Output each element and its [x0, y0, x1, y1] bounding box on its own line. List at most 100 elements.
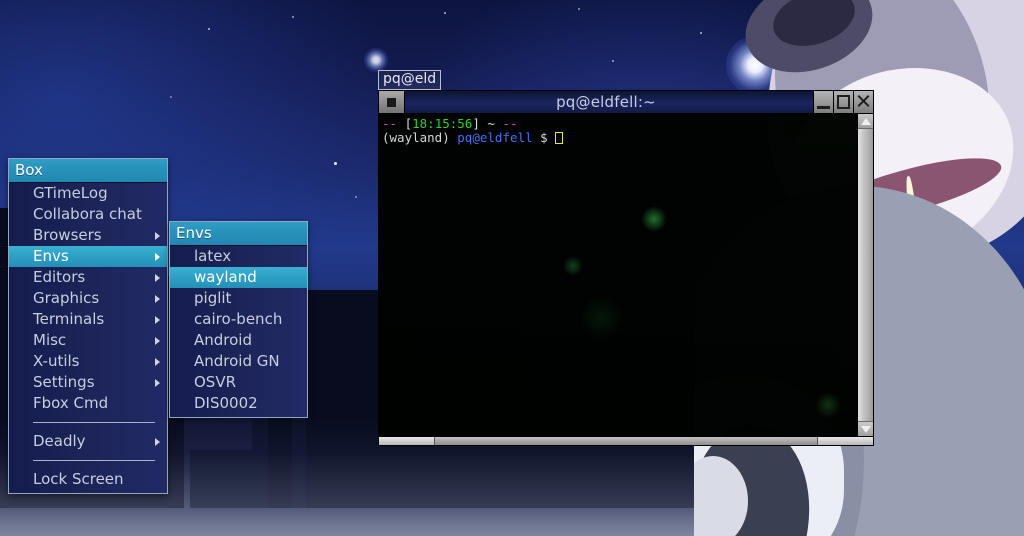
- menu-item-graphics[interactable]: Graphics: [9, 288, 167, 309]
- submenu-item-label: Android GN: [194, 352, 280, 370]
- prompt-bracket-close: ]: [472, 116, 480, 131]
- terminal-body: -- [18:15:56] ~ -- (wayland) pq@eldfell $: [378, 114, 874, 436]
- submenu-item-label: DIS0002: [194, 394, 258, 412]
- menu-item-label: Graphics: [33, 289, 100, 307]
- terminal-bg-glow: [815, 392, 841, 418]
- submenu-item-latex[interactable]: latex: [170, 246, 307, 267]
- prompt-path: ~: [487, 116, 495, 131]
- prompt-time: 18:15:56: [412, 116, 473, 131]
- wallpaper-star: [444, 12, 446, 14]
- menu-item-label: Collabora chat: [33, 205, 142, 223]
- prompt-dash-right: --: [502, 116, 518, 131]
- prompt-env: (wayland): [382, 130, 450, 145]
- scroll-down-arrow-icon[interactable]: [858, 422, 873, 436]
- wallpaper-star-bright-3: [364, 48, 388, 72]
- submenu-item-label: Android: [194, 331, 252, 349]
- root-menu-items: GTimeLog Collabora chat Browsers Envs Ed…: [9, 183, 167, 490]
- menu-item-settings[interactable]: Settings: [9, 372, 167, 393]
- wallpaper-star: [170, 96, 172, 98]
- window-menu-icon[interactable]: [379, 91, 405, 113]
- wallpaper-star: [292, 16, 294, 18]
- wallpaper-star: [208, 28, 210, 30]
- menu-item-label: Browsers: [33, 226, 102, 244]
- terminal-screen[interactable]: -- [18:15:56] ~ -- (wayland) pq@eldfell $: [379, 114, 857, 436]
- submenu-item-label: OSVR: [194, 373, 237, 391]
- terminal-cursor: [555, 132, 564, 144]
- terminal-vertical-scrollbar[interactable]: [857, 114, 873, 436]
- menu-item-label: Fbox Cmd: [33, 394, 109, 412]
- menu-item-lock-screen[interactable]: Lock Screen: [9, 469, 167, 490]
- menu-item-collabora-chat[interactable]: Collabora chat: [9, 204, 167, 225]
- menu-item-label: GTimeLog: [33, 184, 108, 202]
- submenu-item-label: latex: [194, 247, 232, 265]
- submenu-item-android-gn[interactable]: Android GN: [170, 351, 307, 372]
- submenu-arrow-icon: [155, 252, 160, 261]
- submenu-item-piglit[interactable]: piglit: [170, 288, 307, 309]
- resize-grip-middle[interactable]: [435, 437, 817, 445]
- window-tab-bar[interactable]: pq@eld: [378, 70, 442, 90]
- menu-separator: [33, 460, 155, 461]
- menu-item-label: X-utils: [33, 352, 80, 370]
- submenu-item-label: cairo-bench: [194, 310, 283, 328]
- submenu-item-cairo-bench[interactable]: cairo-bench: [170, 309, 307, 330]
- menu-item-label: Misc: [33, 331, 67, 349]
- submenu-items: latex wayland piglit cairo-bench Android…: [170, 246, 307, 414]
- submenu-item-label: piglit: [194, 289, 232, 307]
- scroll-up-arrow-icon[interactable]: [858, 114, 873, 128]
- menu-item-label: Terminals: [33, 310, 105, 328]
- fluxbox-root-menu[interactable]: Box GTimeLog Collabora chat Browsers Env…: [8, 158, 168, 494]
- submenu-arrow-icon: [155, 336, 160, 345]
- menu-item-envs[interactable]: Envs: [9, 246, 167, 267]
- window-resize-grip-bar[interactable]: [378, 436, 874, 446]
- terminal-output: -- [18:15:56] ~ -- (wayland) pq@eldfell $: [379, 114, 857, 145]
- submenu-arrow-icon: [155, 357, 160, 366]
- resize-grip-left[interactable]: [379, 437, 435, 445]
- terminal-transparency-tint: [379, 114, 857, 436]
- menu-item-fbox-cmd[interactable]: Fbox Cmd: [9, 393, 167, 414]
- prompt-user-host: pq@eldfell: [457, 130, 533, 145]
- window-title: pq@eldfell:~: [556, 93, 656, 111]
- submenu-item-wayland[interactable]: wayland: [170, 267, 307, 288]
- menu-item-gtimelog[interactable]: GTimeLog: [9, 183, 167, 204]
- root-menu-title: Box: [9, 159, 167, 183]
- maximize-button[interactable]: [833, 91, 853, 113]
- prompt-sigil: $: [540, 130, 548, 145]
- prompt-bracket-open: [: [404, 116, 413, 131]
- window-buttons: [813, 91, 873, 113]
- resize-grip-right[interactable]: [817, 437, 873, 445]
- menu-item-deadly[interactable]: Deadly: [9, 431, 167, 452]
- scrollbar-thumb[interactable]: [858, 128, 873, 422]
- menu-item-terminals[interactable]: Terminals: [9, 309, 167, 330]
- menu-item-browsers[interactable]: Browsers: [9, 225, 167, 246]
- window-titlebar[interactable]: pq@eldfell:~: [378, 90, 874, 114]
- window-tab[interactable]: pq@eld: [378, 70, 442, 90]
- submenu-item-label: wayland: [194, 268, 257, 286]
- submenu-item-osvr[interactable]: OSVR: [170, 372, 307, 393]
- menu-item-label: Envs: [33, 247, 69, 265]
- close-button[interactable]: [853, 91, 873, 113]
- wallpaper-star: [578, 8, 580, 10]
- fluxbox-envs-submenu[interactable]: Envs latex wayland piglit cairo-bench An…: [169, 221, 308, 418]
- menu-item-label: Deadly: [33, 432, 86, 450]
- terminal-bg-glow: [563, 256, 583, 276]
- submenu-item-dis0002[interactable]: DIS0002: [170, 393, 307, 414]
- submenu-arrow-icon: [155, 315, 160, 324]
- menu-item-editors[interactable]: Editors: [9, 267, 167, 288]
- submenu-arrow-icon: [155, 437, 160, 446]
- terminal-bg-glow: [579, 296, 623, 340]
- terminal-window[interactable]: pq@eld pq@eldfell:~ -- [18:15:56] ~ -- (w…: [378, 70, 874, 446]
- terminal-line-2: (wayland) pq@eldfell $: [382, 131, 857, 145]
- menu-item-misc[interactable]: Misc: [9, 330, 167, 351]
- terminal-bg-glow: [641, 206, 667, 232]
- submenu-item-android[interactable]: Android: [170, 330, 307, 351]
- submenu-arrow-icon: [155, 231, 160, 240]
- menu-item-x-utils[interactable]: X-utils: [9, 351, 167, 372]
- prompt-dash-left: --: [382, 116, 398, 131]
- terminal-line-1: -- [18:15:56] ~ --: [382, 117, 857, 131]
- submenu-title: Envs: [170, 222, 307, 246]
- minimize-button[interactable]: [813, 91, 833, 113]
- wallpaper-star: [612, 60, 614, 62]
- submenu-arrow-icon: [155, 294, 160, 303]
- menu-item-label: Editors: [33, 268, 86, 286]
- menu-item-label: Settings: [33, 373, 95, 391]
